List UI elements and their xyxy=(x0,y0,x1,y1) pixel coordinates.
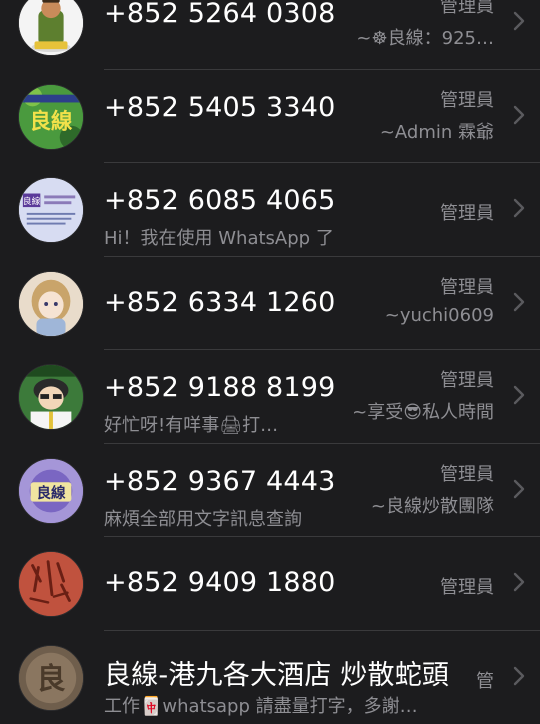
contact-name: 良線-港九各大酒店 炒散蛇頭 xyxy=(104,653,449,692)
cartoon-boy-avatar xyxy=(18,364,84,430)
chevron-right-icon xyxy=(512,571,526,593)
liangxian-logo-avatar: 良線 xyxy=(18,84,84,150)
avatar-logo-text: 良線 xyxy=(36,483,66,501)
contact-row[interactable]: 良線 +852 9367 4443 麻煩全部用文字訊息查詢 管理員 ~良線炒散團… xyxy=(0,444,540,538)
contact-name: +852 5405 3340 xyxy=(104,92,336,123)
anime-girl-avatar xyxy=(18,271,84,337)
chevron-right-icon xyxy=(512,104,526,126)
contact-name: +852 6085 4065 xyxy=(104,185,336,216)
contact-subtitle: ~享受😎私人時間 xyxy=(352,398,494,424)
admin-badge: 管理員 xyxy=(440,573,494,599)
contact-row[interactable]: 良線 +852 5405 3340 管理員 ~Admin 霖爺 xyxy=(0,70,540,164)
contact-subtitle: ~☸良線：925… xyxy=(356,24,494,50)
contact-name: +852 9367 4443 xyxy=(104,466,336,497)
contact-row[interactable]: +852 9188 8199 好忙呀!有咩事🖨打… 管理員 ~享受😎私人時間 xyxy=(0,350,540,444)
chevron-right-icon xyxy=(512,384,526,406)
contact-subtitle: ~yuchi0609 xyxy=(385,305,494,326)
admin-badge: 管理員 xyxy=(440,366,494,392)
admin-badge: 管理員 xyxy=(440,273,494,299)
contact-name: +852 9409 1880 xyxy=(104,567,336,598)
contact-row[interactable]: +852 9409 1880 管理員 xyxy=(0,537,540,631)
chevron-right-icon xyxy=(512,665,526,687)
chevron-right-icon xyxy=(512,478,526,500)
stone-carving-avatar: 良 xyxy=(18,645,84,711)
contact-status: 工作🀄whatsapp 請盡量打字，多謝… xyxy=(104,692,418,718)
contact-status: Hi！我在使用 WhatsApp 了。 xyxy=(104,224,334,250)
admin-badge: 管 xyxy=(476,667,494,693)
cartoon-figure-avatar xyxy=(18,0,84,56)
calligraphy-avatar xyxy=(18,551,84,617)
admin-badge: 管理員 xyxy=(440,86,494,112)
chevron-right-icon xyxy=(512,197,526,219)
liangxian-purple-avatar: 良線 xyxy=(18,458,84,524)
contact-subtitle: ~良線炒散團隊 xyxy=(371,492,494,518)
contact-name: +852 5264 0308 xyxy=(104,0,336,29)
contact-row[interactable]: +852 5264 0308 管理員 ~☸良線：925… xyxy=(0,0,540,70)
contact-row[interactable]: +852 6334 1260 管理員 ~yuchi0609 xyxy=(0,257,540,351)
admin-badge: 管理員 xyxy=(440,199,494,225)
admin-badge: 管理員 xyxy=(440,460,494,486)
contact-subtitle: ~Admin 霖爺 xyxy=(380,118,494,144)
chevron-right-icon xyxy=(512,291,526,313)
contact-name: +852 9188 8199 xyxy=(104,372,336,403)
admin-badge: 管理員 xyxy=(440,0,494,18)
contact-status: 麻煩全部用文字訊息查詢 xyxy=(104,505,302,531)
contact-row[interactable]: 良 良線-港九各大酒店 炒散蛇頭 工作🀄whatsapp 請盡量打字，多謝… 管 xyxy=(0,631,540,724)
participants-list: +852 5264 0308 管理員 ~☸良線：925… 良線 +852 540… xyxy=(0,0,540,724)
chevron-right-icon xyxy=(512,10,526,32)
avatar-logo-text: 良線 xyxy=(30,108,73,134)
business-card-avatar: 良線 xyxy=(18,177,84,243)
avatar-logo-text: 良線 xyxy=(23,195,41,207)
avatar-logo-text: 良 xyxy=(36,661,65,695)
contact-name: +852 6334 1260 xyxy=(104,287,336,318)
contact-status: 好忙呀!有咩事🖨打… xyxy=(104,411,278,437)
contact-row[interactable]: 良線 +852 6085 4065 管理員 Hi！我在使用 WhatsApp 了… xyxy=(0,163,540,257)
